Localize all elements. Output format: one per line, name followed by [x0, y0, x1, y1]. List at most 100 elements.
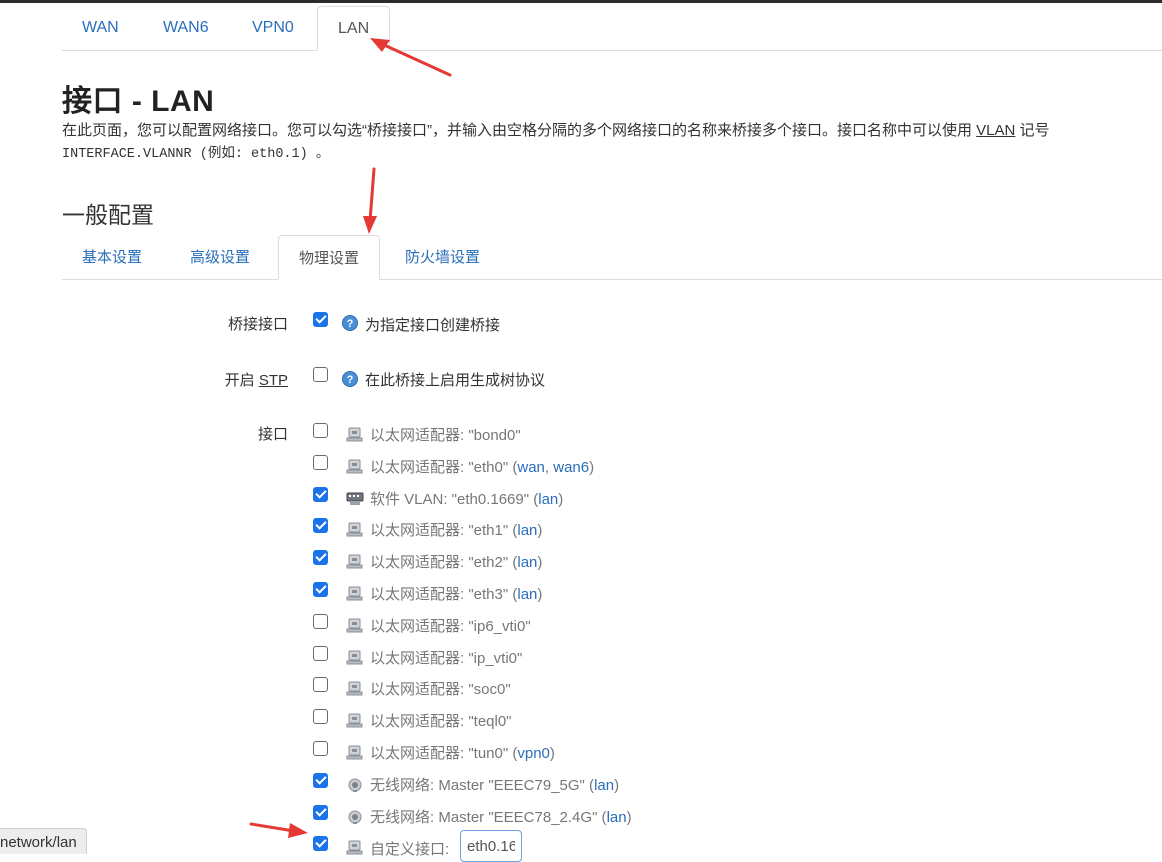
interface-item: 软件 VLAN: "eth0.1669" (lan): [0, 486, 900, 509]
interface-label: 无线网络: Master "EEEC78_2.4G" (lan): [370, 808, 632, 826]
stp-label: 开启 STP: [225, 369, 288, 390]
ethernet-adapter-icon: [346, 745, 363, 760]
interface-checkbox[interactable]: [313, 709, 328, 725]
network-link[interactable]: lan: [517, 522, 537, 539]
interface-checkbox[interactable]: [313, 582, 328, 597]
interface-name: 无线网络: Master "EEEC79_5G": [370, 776, 585, 794]
stp-label-prefix: 开启: [224, 372, 259, 389]
custom-interface-row: 自定义接口:: [0, 830, 900, 862]
interface-checkbox[interactable]: [313, 804, 328, 820]
wireless-icon: [348, 778, 362, 792]
page-title: 接口 - LAN: [62, 85, 215, 118]
interface-name: 以太网适配器: "soc0": [370, 681, 511, 699]
interface-item: 以太网适配器: "eth0" (wan, wan6): [0, 454, 900, 477]
interface-item: 以太网适配器: "ip6_vti0": [0, 613, 900, 636]
interface-name: 以太网适配器: "eth0": [370, 458, 509, 476]
ethernet-adapter-icon: [346, 681, 363, 696]
interface-item: 无线网络: Master "EEEC79_5G" (lan): [0, 772, 900, 795]
network-link[interactable]: lan: [538, 491, 558, 508]
custom-interface-checkbox[interactable]: [313, 836, 328, 851]
interface-item: 以太网适配器: "ip_vti0": [0, 645, 900, 668]
interface-checkbox[interactable]: [313, 518, 328, 534]
tab-wan[interactable]: WAN: [62, 6, 139, 51]
custom-interface-icon: [346, 840, 363, 855]
vlan-abbr: VLAN: [976, 122, 1016, 139]
interface-name: 软件 VLAN: "eth0.1669": [370, 490, 530, 508]
ethernet-adapter-icon: [346, 713, 363, 728]
interface-label: 以太网适配器: "ip_vti0": [370, 647, 522, 668]
interface-checkbox[interactable]: [313, 613, 328, 629]
interface-checkbox[interactable]: [313, 772, 328, 788]
tab-wan6[interactable]: WAN6: [143, 6, 229, 51]
interface-label: 以太网适配器: "ip6_vti0": [370, 615, 531, 636]
interface-item: 以太网适配器: "soc0": [0, 677, 900, 699]
annotation-arrow: [249, 822, 308, 838]
interface-checkbox[interactable]: [313, 550, 328, 566]
interface-label: 以太网适配器: "eth3" (lan): [370, 586, 543, 603]
interface-checkbox[interactable]: [313, 645, 328, 661]
ethernet-adapter-icon: [346, 650, 363, 665]
interface-item: 以太网适配器: "tun0" (vpn0): [0, 741, 900, 763]
custom-interface-input[interactable]: [460, 830, 522, 862]
bridge-label: 桥接接口: [227, 316, 288, 333]
bridge-checkbox[interactable]: [313, 312, 328, 327]
interface-name: 以太网适配器: "ip_vti0": [370, 649, 523, 667]
interface-checkbox[interactable]: [313, 741, 328, 756]
network-link[interactable]: vpn0: [517, 745, 550, 762]
network-link[interactable]: lan: [517, 554, 537, 571]
interface-checkbox[interactable]: [313, 423, 328, 438]
stp-abbr: STP: [258, 372, 288, 389]
ethernet-adapter-icon: [346, 554, 363, 569]
description-code: INTERFACE.VLANNR: [62, 147, 192, 162]
interface-checkbox[interactable]: [313, 454, 328, 470]
ethernet-adapter-icon: [346, 618, 363, 633]
interface-name: 以太网适配器: "tun0": [370, 745, 509, 762]
interface-label: 以太网适配器: "bond0": [370, 424, 521, 445]
interface-name: 以太网适配器: "eth2": [370, 554, 509, 572]
interface-item: 无线网络: Master "EEEC78_2.4G" (lan): [0, 804, 900, 827]
page-description: 在此页面，您可以配置网络接口。您可以勾选“桥接接口”，并输入由空格分隔的多个网络…: [62, 120, 1152, 166]
interface-label: 以太网适配器: "eth1" (lan): [370, 522, 543, 540]
interface-checkbox[interactable]: [313, 677, 328, 693]
section-tabs: 基本设置 高级设置 物理设置 防火墙设置: [62, 235, 1162, 280]
ethernet-adapter-icon: [346, 427, 363, 442]
interface-checkbox[interactable]: [313, 486, 328, 502]
interface-item: 以太网适配器: "teql0": [0, 709, 900, 731]
tab-vpn0[interactable]: VPN0: [232, 6, 314, 51]
network-link[interactable]: wan: [517, 459, 545, 476]
stp-checkbox[interactable]: [313, 367, 328, 382]
network-link[interactable]: lan: [607, 809, 627, 826]
top-border: [0, 0, 1162, 3]
wireless-icon: [348, 810, 362, 824]
description-example: (例如: eth0.1) 。: [191, 147, 330, 162]
interface-name: 以太网适配器: "teql0": [370, 713, 512, 731]
interface-label: 以太网适配器: "teql0": [370, 710, 512, 731]
tab-physical-settings[interactable]: 物理设置: [278, 235, 381, 280]
interface-label: 以太网适配器: "eth2" (lan): [370, 554, 543, 572]
network-link[interactable]: wan6: [553, 459, 589, 476]
tab-firewall-settings[interactable]: 防火墙设置: [385, 235, 500, 280]
interface-name: 以太网适配器: "eth3": [370, 586, 509, 603]
interface-name: 无线网络: Master "EEEC78_2.4G": [370, 808, 598, 826]
interface-name: 以太网适配器: "bond0": [370, 427, 521, 444]
description-suffix: 记号: [1015, 122, 1050, 139]
tab-advanced-settings[interactable]: 高级设置: [170, 235, 270, 280]
interface-item: 以太网适配器: "eth1" (lan): [0, 518, 900, 540]
interface-name: 以太网适配器: "eth1": [370, 522, 509, 540]
vlan-icon: [346, 492, 364, 505]
interface-label: 无线网络: Master "EEEC79_5G" (lan): [370, 776, 620, 794]
tab-basic-settings[interactable]: 基本设置: [62, 235, 162, 280]
network-link[interactable]: lan: [594, 777, 614, 794]
ethernet-adapter-icon: [346, 459, 363, 474]
interface-label: 以太网适配器: "eth0" (wan, wan6): [370, 458, 595, 476]
status-bar-url: network/lan: [0, 828, 87, 854]
interface-label: 以太网适配器: "tun0" (vpn0): [370, 745, 555, 762]
network-link[interactable]: lan: [517, 586, 537, 603]
interface-name: 以太网适配器: "ip6_vti0": [370, 617, 531, 635]
interface-label: 软件 VLAN: "eth0.1669" (lan): [370, 490, 564, 508]
interface-item: 以太网适配器: "eth3" (lan): [0, 582, 900, 604]
section-title: 一般配置: [62, 202, 154, 228]
stp-help-text: 在此桥接上启用生成树协议: [365, 372, 546, 389]
bridge-help-text: 为指定接口创建桥接: [365, 317, 501, 334]
help-icon: ?: [342, 371, 358, 387]
